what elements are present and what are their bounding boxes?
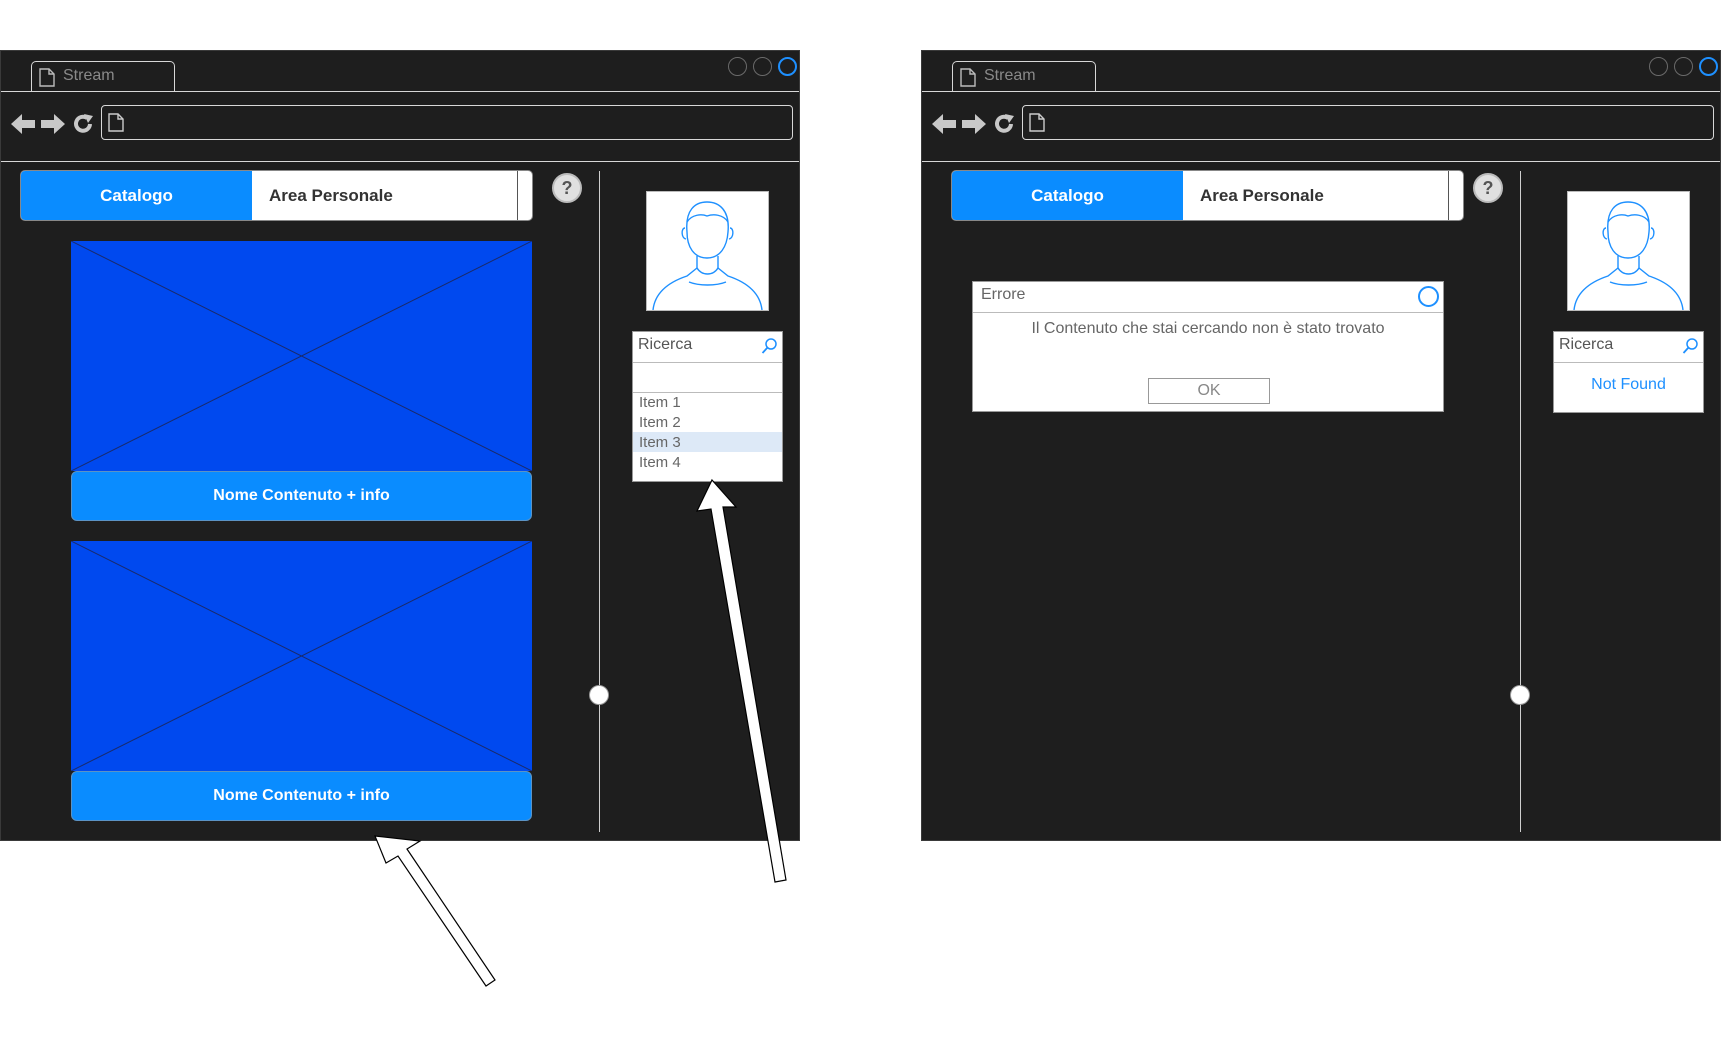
annotation-arrows: [374, 478, 787, 987]
arrow-annotation: [374, 835, 496, 987]
arrow-annotation: [695, 478, 787, 883]
